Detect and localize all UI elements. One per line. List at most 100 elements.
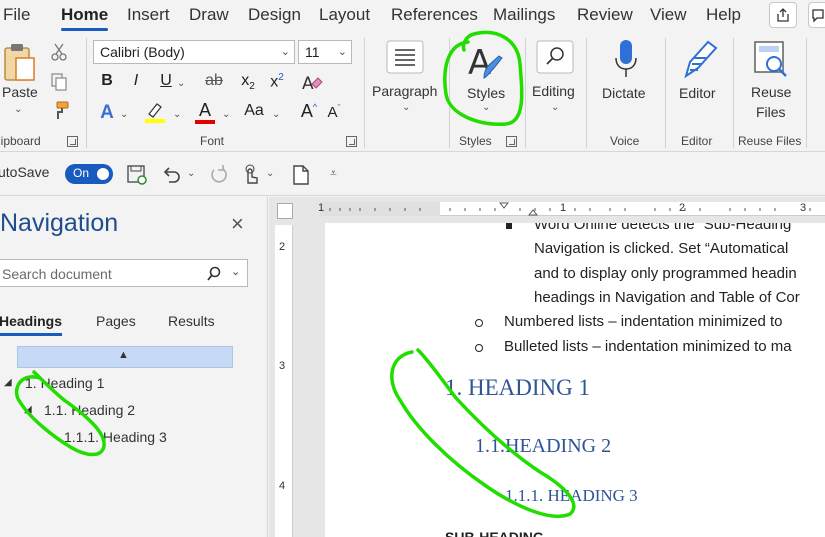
editing-chevron-down-icon[interactable]: ⌄ xyxy=(551,102,559,113)
customize-toolbar-icon[interactable]: ⩡ xyxy=(330,166,337,181)
tab-headings[interactable]: Headings xyxy=(0,313,63,336)
comments-button[interactable] xyxy=(808,2,825,28)
ruler-number: 2 xyxy=(279,241,286,253)
font-color-chevron-down-icon[interactable]: ⌄ xyxy=(222,109,230,120)
expand-triangle-icon[interactable]: ◢ xyxy=(4,377,12,388)
heading-tree-item-2[interactable]: 1.1. Heading 2 xyxy=(44,402,135,418)
collapse-up-icon: ▲ xyxy=(118,349,129,361)
tab-references[interactable]: References xyxy=(391,5,478,25)
tab-layout[interactable]: Layout xyxy=(319,5,370,25)
close-icon[interactable]: × xyxy=(231,211,244,237)
tab-results[interactable]: Results xyxy=(168,313,215,329)
editing-button-label[interactable]: Editing xyxy=(532,83,575,99)
format-painter-icon[interactable] xyxy=(50,100,70,120)
clear-formatting-icon[interactable]: A xyxy=(300,72,324,94)
ruler-number: 1 xyxy=(318,202,325,214)
superscript-button[interactable]: x2 xyxy=(266,72,288,91)
dictate-button-label[interactable]: Dictate xyxy=(602,85,646,101)
search-icon[interactable] xyxy=(206,266,222,282)
paragraph-chevron-down-icon[interactable]: ⌄ xyxy=(402,102,410,113)
document-page[interactable]: Word Online detects the “Sub-Heading Nav… xyxy=(325,223,825,537)
paragraph-button-label[interactable]: Paragraph xyxy=(372,83,437,99)
cut-icon[interactable] xyxy=(50,42,68,62)
strikethrough-button[interactable]: ab xyxy=(203,72,225,90)
microphone-icon[interactable] xyxy=(612,38,640,82)
tab-review[interactable]: Review xyxy=(577,5,633,25)
tab-insert[interactable]: Insert xyxy=(127,5,170,25)
collapse-all-bar[interactable]: ▲ xyxy=(17,346,233,368)
ruler-ticks xyxy=(320,202,811,216)
tab-view[interactable]: View xyxy=(650,5,687,25)
separator xyxy=(733,38,734,148)
copy-icon[interactable] xyxy=(50,72,68,92)
change-case-chevron-down-icon[interactable]: ⌄ xyxy=(272,109,280,120)
paste-chevron-down-icon[interactable]: ⌄ xyxy=(14,104,22,115)
font-launcher-icon[interactable] xyxy=(346,136,357,147)
shrink-font-button[interactable]: Aˇ xyxy=(323,103,345,121)
text-effects-button[interactable]: A xyxy=(96,102,118,124)
text-effects-chevron-down-icon[interactable]: ⌄ xyxy=(120,109,128,120)
tab-design[interactable]: Design xyxy=(248,5,301,25)
underline-button[interactable]: U xyxy=(155,72,177,90)
font-name-value: Calibri (Body) xyxy=(100,44,185,60)
tab-file[interactable]: File xyxy=(3,5,30,25)
save-icon[interactable] xyxy=(126,164,148,186)
styles-chevron-down-icon[interactable]: ⌄ xyxy=(482,102,490,113)
expand-triangle-icon[interactable]: ◢ xyxy=(24,404,32,415)
redo-icon[interactable] xyxy=(208,164,230,186)
new-document-icon[interactable] xyxy=(292,164,310,186)
undo-icon[interactable] xyxy=(161,164,183,186)
styles-button-label[interactable]: Styles xyxy=(467,85,505,101)
voice-group-label: Voice xyxy=(610,134,640,148)
paste-icon[interactable] xyxy=(2,42,38,84)
quick-access-toolbar: utoSave On ⌄ ⌄ ⩡ xyxy=(0,152,825,196)
vertical-ruler[interactable]: 2 3 4 xyxy=(275,225,293,537)
touch-chevron-down-icon[interactable]: ⌄ xyxy=(266,168,274,179)
font-name-select[interactable]: Calibri (Body) ⌄ xyxy=(93,40,295,64)
styles-icon[interactable]: A xyxy=(466,42,506,82)
undo-chevron-down-icon[interactable]: ⌄ xyxy=(187,168,195,179)
paste-button-label[interactable]: Paste xyxy=(2,84,38,100)
tab-draw[interactable]: Draw xyxy=(189,5,229,25)
tab-help[interactable]: Help xyxy=(706,5,741,25)
reuse-files-icon[interactable] xyxy=(752,40,790,80)
autosave-toggle[interactable]: On xyxy=(65,164,113,184)
highlight-chevron-down-icon[interactable]: ⌄ xyxy=(173,109,181,120)
bold-button[interactable]: B xyxy=(96,72,118,90)
subscript-mark: 2 xyxy=(249,81,255,93)
reuse-button-label-line2[interactable]: Files xyxy=(756,104,786,120)
separator xyxy=(86,38,87,148)
editing-icon[interactable] xyxy=(536,40,574,74)
shrink-font-label: A xyxy=(327,104,338,121)
touch-mode-icon[interactable] xyxy=(240,163,262,187)
tab-pages[interactable]: Pages xyxy=(96,313,136,329)
highlight-icon[interactable] xyxy=(143,100,167,124)
font-size-select[interactable]: 11 ⌄ xyxy=(298,40,352,64)
search-chevron-down-icon[interactable]: ⌄ xyxy=(231,265,240,278)
circle-bullet xyxy=(475,344,483,352)
search-document-input[interactable]: Search document ⌄ xyxy=(0,259,248,287)
ruler-number: 4 xyxy=(279,480,286,492)
heading-tree-item-1[interactable]: 1. Heading 1 xyxy=(25,375,104,391)
styles-launcher-icon[interactable] xyxy=(506,136,517,147)
subscript-button[interactable]: x2 xyxy=(237,72,259,92)
tab-home[interactable]: Home xyxy=(61,5,109,31)
heading-tree-item-3[interactable]: 1.1.1. Heading 3 xyxy=(64,429,167,445)
separator xyxy=(586,38,587,148)
grow-font-button[interactable]: A^ xyxy=(298,101,320,122)
font-color-button[interactable]: A xyxy=(194,100,216,121)
change-case-button[interactable]: Aa xyxy=(240,102,268,120)
document-sub-bullet: Bulleted lists – indentation minimized t… xyxy=(504,338,792,355)
italic-button[interactable]: I xyxy=(125,72,147,90)
paragraph-icon[interactable] xyxy=(386,40,424,74)
document-line: headings in Navigation and Table of Cor xyxy=(534,289,800,306)
horizontal-ruler[interactable]: 1 1 2 3 xyxy=(318,202,825,216)
editor-button-label[interactable]: Editor xyxy=(679,85,716,101)
share-button[interactable] xyxy=(769,2,797,28)
editor-icon[interactable] xyxy=(680,38,720,82)
tab-selector[interactable] xyxy=(277,203,293,219)
tab-mailings[interactable]: Mailings xyxy=(493,5,555,25)
reuse-button-label-line1[interactable]: Reuse xyxy=(751,84,791,100)
clipboard-launcher-icon[interactable] xyxy=(67,136,78,147)
underline-chevron-down-icon[interactable]: ⌄ xyxy=(177,78,185,89)
